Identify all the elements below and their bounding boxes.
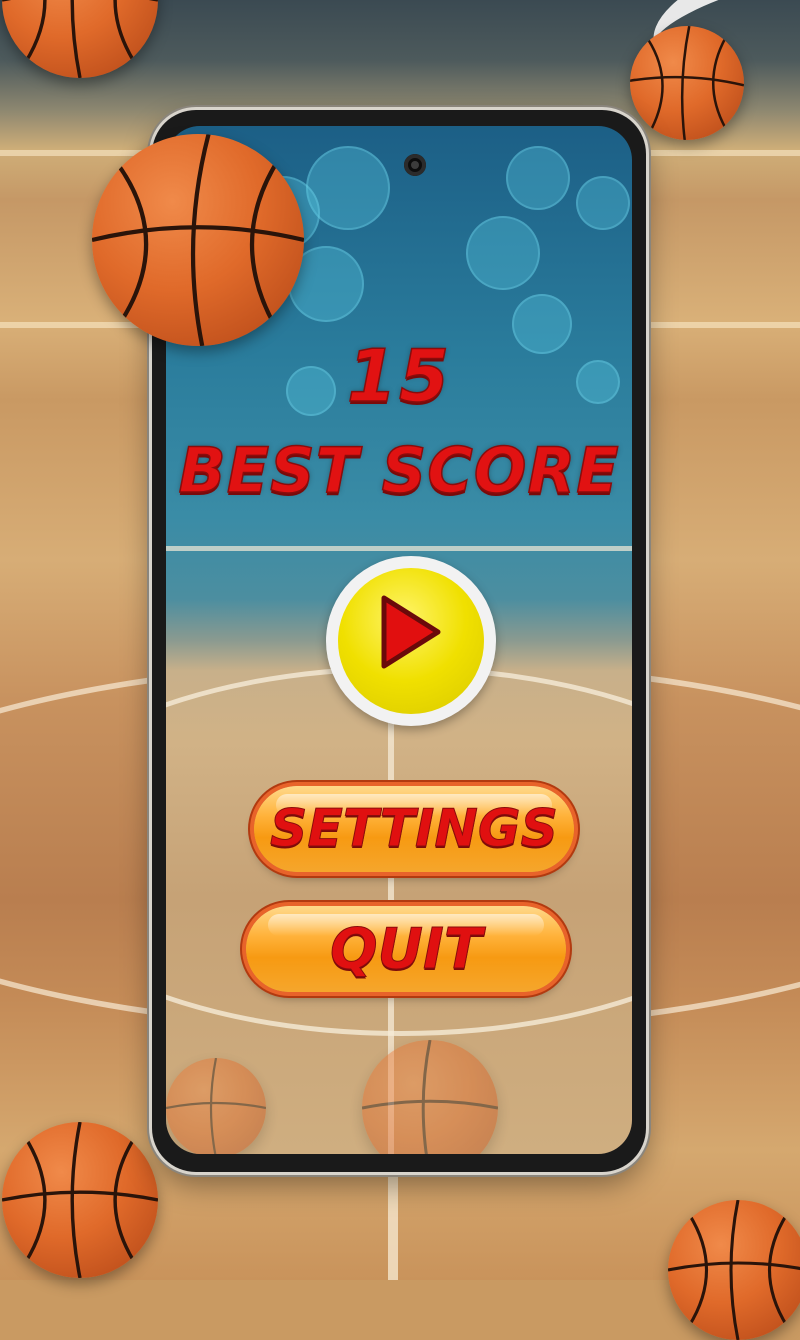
court-line <box>166 546 632 551</box>
best-score-label: BEST SCORE <box>178 433 620 508</box>
quit-button[interactable]: QUIT <box>246 906 566 992</box>
current-score: 15 <box>346 333 452 419</box>
court-center-line <box>388 1160 398 1280</box>
bokeh-light <box>506 146 570 210</box>
play-icon <box>381 595 441 669</box>
basketball-icon <box>630 26 744 140</box>
play-button[interactable] <box>326 556 496 726</box>
basketball-icon <box>668 1200 800 1340</box>
basketball-icon <box>92 134 304 346</box>
settings-button[interactable]: SETTINGS <box>254 786 574 872</box>
basketball-icon <box>2 1122 158 1278</box>
quit-button-label: QUIT <box>329 916 483 982</box>
basketball-icon <box>2 0 158 78</box>
bokeh-light <box>576 176 630 230</box>
bokeh-light <box>466 216 540 290</box>
basketball-icon <box>362 1040 498 1154</box>
front-camera <box>404 154 426 176</box>
basketball-icon <box>166 1058 266 1154</box>
settings-button-label: SETTINGS <box>269 799 559 860</box>
